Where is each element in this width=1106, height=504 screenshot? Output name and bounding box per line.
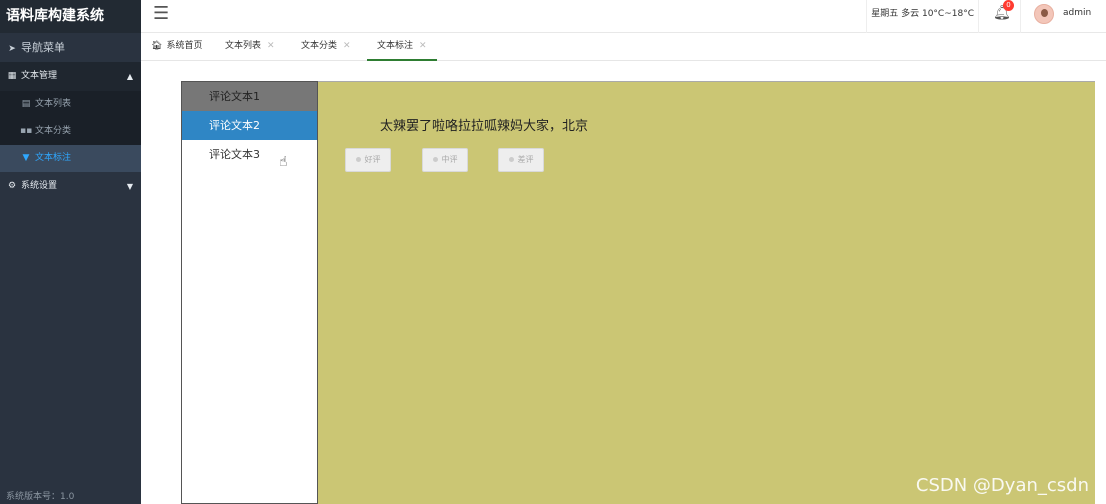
sidebar-group-label: 文本管理 <box>21 71 58 81</box>
caret-up-icon: ▲ <box>126 72 133 81</box>
user-menu[interactable]: admin <box>1022 0 1102 33</box>
sidebar-item-label: 文本列表 <box>35 99 72 109</box>
radio-dot-icon <box>508 157 514 162</box>
list-item[interactable]: 评论文本2 <box>182 111 317 140</box>
version-label: 系统版本号：1.0 <box>6 492 75 502</box>
sidebar: 语料库构建系统 ➤ 导航菜单 ▦ 文本管理 ▲ ▤ 文本列表 ▪▪ 文本分类 ▼ 文本标注… <box>0 0 141 504</box>
close-icon[interactable]: ✕ <box>343 41 351 51</box>
tab-text-category[interactable]: 文本分类 ✕ <box>301 33 351 61</box>
nav-menu-header: ➤ 导航菜单 <box>0 33 141 62</box>
notification-button[interactable]: 🔔︎ 0 <box>981 0 1021 33</box>
sidebar-item-text-category[interactable]: ▪▪ 文本分类 <box>0 118 141 145</box>
label-positive-button[interactable]: 好评 <box>345 148 391 172</box>
tab-text-annotation[interactable]: 文本标注 ✕ <box>367 33 437 61</box>
tab-text-list[interactable]: 文本列表 ✕ <box>225 33 275 61</box>
main-content: 评论文本1 评论文本2 评论文本3 ☝ 太辣罢了啦咯拉拉呱辣妈大家，北京 好评 … <box>141 61 1106 504</box>
tab-label: 系统首页 <box>166 41 203 51</box>
home-icon: 🏠︎ <box>151 41 163 51</box>
tab-bar: 🏠︎ 系统首页 文本列表 ✕ 文本分类 ✕ 文本标注 ✕ <box>141 33 1106 61</box>
list-item[interactable]: 评论文本1 <box>182 82 317 111</box>
hamburger-icon[interactable]: ☰ <box>153 3 169 24</box>
notification-badge: 0 <box>1003 0 1014 11</box>
tab-home[interactable]: 🏠︎ 系统首页 <box>151 33 202 61</box>
caret-down-icon: ▼ <box>126 182 133 191</box>
annotation-panel: 太辣罢了啦咯拉拉呱辣妈大家，北京 好评 中评 差评 CSDN @Dyan_csd… <box>318 81 1095 504</box>
sidebar-item-text-annotation[interactable]: ▼ 文本标注 <box>0 145 141 172</box>
username: admin <box>1063 8 1092 18</box>
close-icon[interactable]: ✕ <box>419 41 427 51</box>
tab-label: 文本列表 <box>225 41 262 51</box>
chip-label: 差评 <box>517 155 534 164</box>
sidebar-item-label: 文本标注 <box>35 153 72 163</box>
nav-menu-label: 导航菜单 <box>21 41 65 54</box>
sidebar-item-label: 文本分类 <box>35 126 72 136</box>
gear-icon: ⚙ <box>7 181 17 191</box>
sidebar-item-text-list[interactable]: ▤ 文本列表 <box>0 91 141 118</box>
grid-icon: ▦ <box>7 71 17 81</box>
sidebar-group-label: 系统设置 <box>21 181 58 191</box>
top-header: ☰ 星期五 多云 10°C~18°C 🔔︎ 0 admin <box>141 0 1106 33</box>
chip-label: 好评 <box>364 155 381 164</box>
table-icon: ▤ <box>21 99 31 109</box>
label-neutral-button[interactable]: 中评 <box>422 148 468 172</box>
list-item[interactable]: 评论文本3 <box>182 140 317 169</box>
tab-label: 文本标注 <box>377 41 414 51</box>
navigation-arrow-icon: ➤ <box>8 44 16 54</box>
tiles-icon: ▪▪ <box>20 126 33 136</box>
avatar <box>1034 4 1054 24</box>
radio-dot-icon <box>355 157 361 162</box>
radio-dot-icon <box>432 157 438 162</box>
current-text: 太辣罢了啦咯拉拉呱辣妈大家，北京 <box>380 119 589 134</box>
filter-icon: ▼ <box>22 153 30 163</box>
label-negative-button[interactable]: 差评 <box>498 148 544 172</box>
watermark: CSDN @Dyan_csdn <box>915 475 1089 496</box>
sidebar-group-settings[interactable]: ⚙ 系统设置 ▼ <box>0 172 141 201</box>
comment-list: 评论文本1 评论文本2 评论文本3 ☝ <box>181 81 318 504</box>
weather-info: 星期五 多云 10°C~18°C <box>866 0 979 33</box>
chip-label: 中评 <box>441 155 458 164</box>
tab-label: 文本分类 <box>301 41 338 51</box>
sidebar-group-text-management[interactable]: ▦ 文本管理 ▲ <box>0 62 141 91</box>
hand-cursor-icon: ☝ <box>279 154 288 170</box>
close-icon[interactable]: ✕ <box>267 41 275 51</box>
app-title: 语料库构建系统 <box>0 0 141 33</box>
